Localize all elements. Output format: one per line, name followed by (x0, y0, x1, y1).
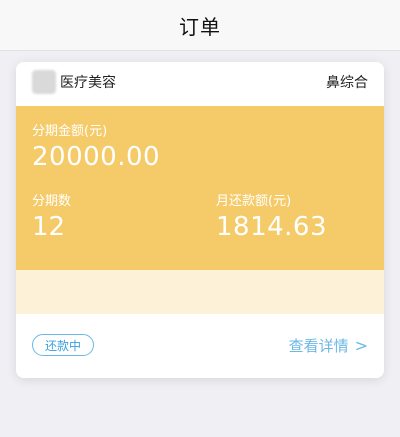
decorative-stripe (16, 270, 384, 314)
monthly-repayment-value: 1814.63 (216, 212, 328, 242)
period-count-label: 分期数 (32, 194, 72, 209)
status-badge: 还款中 (32, 334, 95, 356)
order-card[interactable]: 医疗美容 鼻综合 分期金额(元) 20000.00 分期数 12 月还款额(元)… (16, 62, 384, 378)
chevron-right-icon: > (354, 336, 368, 355)
card-footer: 还款中 查看详情 > (16, 314, 384, 378)
card-header: 医疗美容 鼻综合 (16, 62, 384, 106)
view-details-link[interactable]: 查看详情 > (289, 336, 368, 356)
merchant-logo (32, 70, 56, 94)
procedure-name: 鼻综合 (326, 75, 368, 91)
amount-panel: 分期金额(元) 20000.00 分期数 12 月还款额(元) 1814.63 (16, 106, 384, 270)
merchant-name: 医疗美容 (60, 75, 116, 91)
period-count-value: 12 (32, 212, 66, 242)
installment-amount-label: 分期金额(元) (32, 124, 108, 139)
installment-amount-value: 20000.00 (32, 142, 161, 172)
nav-bar: 订单 (0, 0, 400, 51)
monthly-repayment-label: 月还款额(元) (216, 194, 292, 209)
page-title: 订单 (179, 14, 221, 39)
view-details-label: 查看详情 (288, 337, 349, 355)
